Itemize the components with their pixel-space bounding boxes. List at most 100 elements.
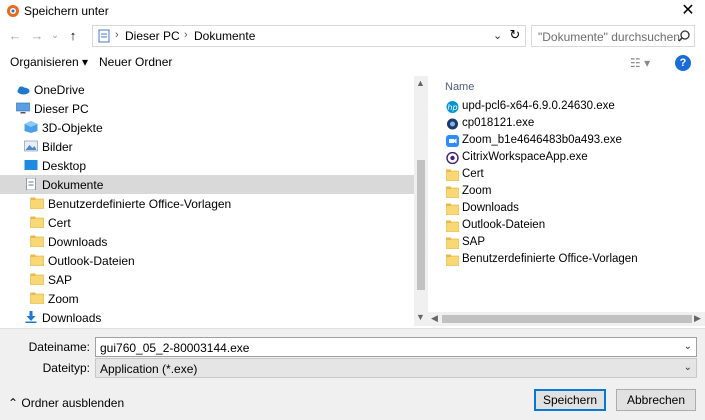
scroll-down-icon[interactable]: ▼ xyxy=(416,312,425,322)
documents-icon xyxy=(26,178,36,190)
folder-icon xyxy=(446,169,459,181)
folder-icon xyxy=(30,292,44,304)
tree-item[interactable]: 3D-Objekte xyxy=(0,118,414,137)
tree-item[interactable]: Downloads xyxy=(0,308,414,326)
list-item[interactable]: Outlook-Dateien xyxy=(446,218,705,235)
recent-locations-button[interactable]: ⌄ xyxy=(46,27,64,45)
filetype-select[interactable]: Application (*.exe) ⌄ xyxy=(95,358,697,378)
list-item[interactable]: CitrixWorkspaceApp.exe xyxy=(446,150,705,167)
file-name: Cert xyxy=(462,168,484,180)
search-icon xyxy=(678,30,690,42)
list-item[interactable]: cp018121.exe xyxy=(446,116,705,133)
folder-icon xyxy=(446,186,459,198)
folder-icon xyxy=(30,254,44,266)
tree-item-label: Bilder xyxy=(42,140,73,154)
tree-item-label: Dieser PC xyxy=(34,102,89,116)
hide-folders-toggle[interactable]: ⌃ Ordner ausblenden xyxy=(8,396,124,410)
desktop-icon xyxy=(24,160,38,170)
file-name: Zoom_b1e4646483b0a493.exe xyxy=(462,134,622,146)
breadcrumb-dokumente[interactable]: Dokumente xyxy=(194,29,255,43)
filename-value: gui760_05_2-80003144.exe xyxy=(100,341,250,355)
chevron-down-icon[interactable]: ⌄ xyxy=(684,341,692,352)
svg-text:hp: hp xyxy=(447,103,457,112)
navigation-pane: OneDrive Dieser PC 3D-Objekte Bilder Desktop… xyxy=(0,76,414,326)
tree-item[interactable]: Downloads xyxy=(0,232,414,251)
tree-item[interactable]: Benutzerdefinierte Office-Vorlagen xyxy=(0,194,414,213)
folder-icon xyxy=(446,237,459,249)
breadcrumb-dieser-pc[interactable]: Dieser PC xyxy=(125,29,180,43)
filename-field[interactable]: gui760_05_2-80003144.exe ⌄ xyxy=(95,337,697,357)
refresh-button[interactable]: ↻ xyxy=(505,24,525,46)
scroll-left-icon[interactable]: ◀ xyxy=(431,313,438,324)
tree-item-label: Dokumente xyxy=(42,178,104,192)
file-name: Downloads xyxy=(462,202,519,214)
forward-button[interactable]: → xyxy=(28,27,46,45)
organize-button[interactable]: Organisieren ▾ xyxy=(10,55,88,69)
documents-location-icon xyxy=(98,29,110,43)
folder-icon xyxy=(446,203,459,215)
file-list: Name hp upd-pcl6-x64-6.9.0.24630.exe cp018… xyxy=(432,76,705,312)
tree-item[interactable]: Dokumente xyxy=(0,175,414,194)
tree-item[interactable]: Dieser PC xyxy=(0,99,414,118)
horizontal-scrollbar[interactable]: ◀ ▶ xyxy=(428,312,705,326)
file-name: Zoom xyxy=(462,185,492,197)
chevron-down-icon[interactable]: ⌄ xyxy=(684,362,692,373)
back-button[interactable]: ← xyxy=(6,27,24,45)
tree-item-label: Cert xyxy=(48,216,71,230)
app-icon xyxy=(7,5,19,17)
tree-item[interactable]: Zoom xyxy=(0,289,414,308)
hp-icon: hp xyxy=(446,101,459,113)
up-button[interactable]: ↑ xyxy=(64,27,82,45)
column-header-name[interactable]: Name xyxy=(445,81,474,93)
search-input[interactable]: "Dokumente" durchsuchen xyxy=(531,25,695,47)
folder-icon xyxy=(30,197,44,209)
filetype-value: Application (*.exe) xyxy=(100,362,198,376)
tree-item[interactable]: Outlook-Dateien xyxy=(0,251,414,270)
search-placeholder: "Dokumente" durchsuchen xyxy=(538,30,680,44)
list-item[interactable]: hp upd-pcl6-x64-6.9.0.24630.exe xyxy=(446,99,705,116)
list-item[interactable]: Downloads xyxy=(446,201,705,218)
tree-item-label: OneDrive xyxy=(34,83,85,97)
scroll-thumb[interactable] xyxy=(417,160,425,290)
tree-item[interactable]: Bilder xyxy=(0,137,414,156)
scroll-right-icon[interactable]: ▶ xyxy=(694,313,701,324)
folder-icon xyxy=(30,216,44,228)
navigation-scrollbar[interactable]: ▲ ▼ xyxy=(414,76,428,326)
tree-item-label: Zoom xyxy=(48,292,79,306)
breadcrumb-separator: › xyxy=(184,29,188,41)
list-item[interactable]: Zoom_b1e4646483b0a493.exe xyxy=(446,133,705,150)
close-button[interactable]: ✕ xyxy=(678,1,698,21)
scroll-thumb[interactable] xyxy=(442,315,692,323)
list-item[interactable]: Cert xyxy=(446,167,705,184)
file-name: Outlook-Dateien xyxy=(462,219,546,231)
tree-item-label: Benutzerdefinierte Office-Vorlagen xyxy=(48,197,232,211)
new-folder-button[interactable]: Neuer Ordner xyxy=(99,55,172,69)
list-item[interactable]: SAP xyxy=(446,235,705,252)
view-options-button[interactable]: ☷ ▾ xyxy=(630,56,650,70)
citrix-icon xyxy=(446,152,459,164)
scroll-up-icon[interactable]: ▲ xyxy=(416,78,425,88)
title-bar: Speichern unter ✕ xyxy=(0,0,705,22)
tree-item[interactable]: Desktop xyxy=(0,156,414,175)
tree-item-label: Downloads xyxy=(42,311,102,325)
save-button[interactable]: Speichern xyxy=(534,389,606,411)
list-item[interactable]: Benutzerdefinierte Office-Vorlagen xyxy=(446,252,705,269)
chevron-down-icon[interactable]: ⌄ xyxy=(493,29,502,42)
tree-item-label: 3D-Objekte xyxy=(42,121,103,135)
folder-icon xyxy=(446,220,459,232)
file-name: CitrixWorkspaceApp.exe xyxy=(462,151,588,163)
window-title: Speichern unter xyxy=(24,4,109,18)
cancel-button[interactable]: Abbrechen xyxy=(616,389,696,411)
pictures-icon xyxy=(24,140,38,152)
onedrive-icon xyxy=(17,86,30,95)
tree-item[interactable]: SAP xyxy=(0,270,414,289)
tree-item[interactable]: OneDrive xyxy=(0,80,414,99)
file-name: SAP xyxy=(462,236,486,248)
list-item[interactable]: Zoom xyxy=(446,184,705,201)
address-bar[interactable]: › Dieser PC › Dokumente ⌄ xyxy=(92,25,526,47)
tree-item[interactable]: Cert xyxy=(0,213,414,232)
file-name: cp018121.exe xyxy=(462,117,535,129)
help-icon[interactable]: ? xyxy=(675,55,691,71)
folder-icon xyxy=(30,235,44,247)
zoom-icon xyxy=(446,135,459,147)
